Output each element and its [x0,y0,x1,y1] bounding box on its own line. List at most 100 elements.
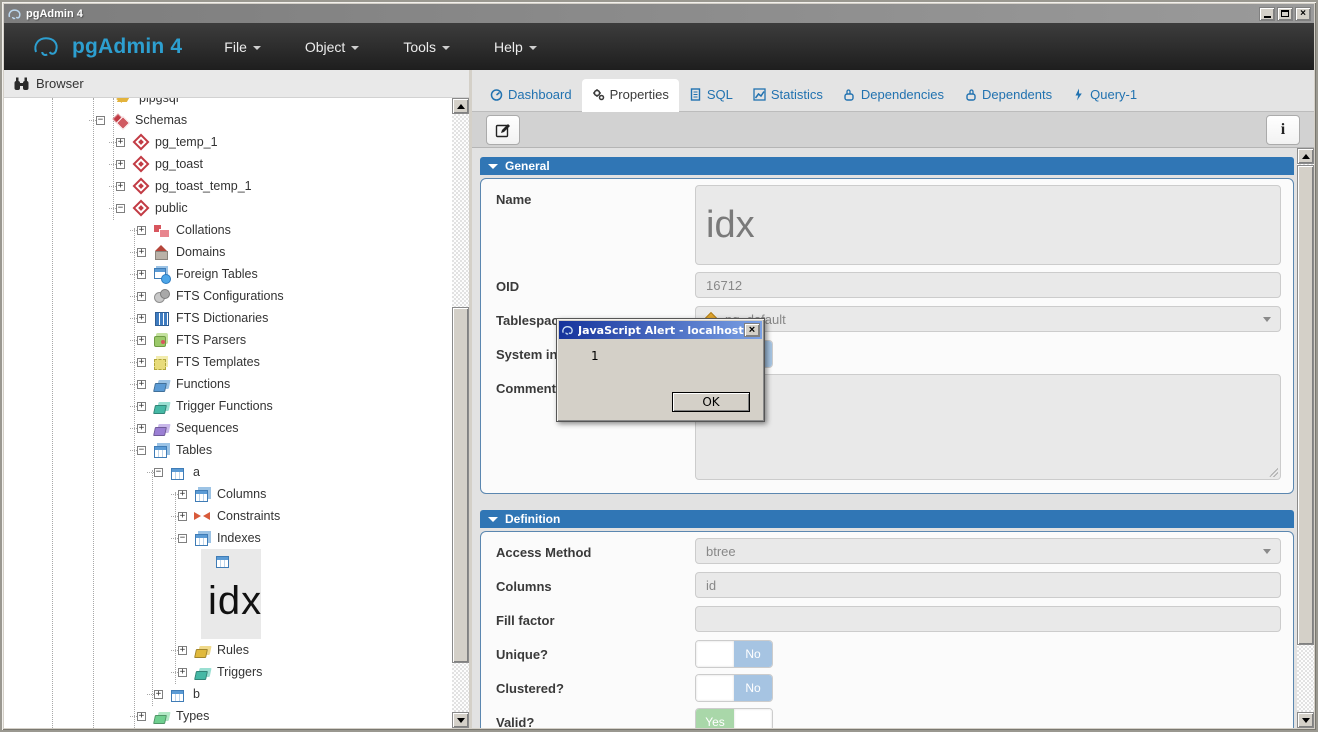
tree-item-pg-temp-1[interactable]: +pg_temp_1 [4,131,452,153]
tree-item-pg-toast-temp-1[interactable]: +pg_toast_temp_1 [4,175,452,197]
alert-dialog-titlebar[interactable]: JavaScript Alert - localhost × [559,321,762,339]
tree-item-schemas[interactable]: −Schemas [4,109,452,131]
schemas-icon [112,112,129,128]
tree-expander-minus[interactable]: − [137,446,146,455]
tree-expander-plus[interactable]: + [178,512,187,521]
tree-expander-plus[interactable]: + [137,314,146,323]
tree-item-sequences[interactable]: +Sequences [4,417,452,439]
tree-expander-plus[interactable]: + [137,402,146,411]
tree-item-tables[interactable]: −Tables [4,439,452,461]
info-button[interactable]: i [1266,115,1300,145]
tree-expander-plus[interactable]: + [137,380,146,389]
properties-scrollbar[interactable] [1297,148,1314,728]
tree-expander-plus[interactable]: + [116,160,125,169]
select-access-method[interactable]: btree [695,538,1281,564]
tree-expander-minus[interactable]: − [154,468,163,477]
resize-grip-icon[interactable] [1269,468,1278,477]
tree-expander-plus[interactable]: + [178,668,187,677]
tab-dependencies[interactable]: Dependencies [833,79,954,111]
toggle-clustered-[interactable]: No [695,674,773,702]
field-fill-factor[interactable] [695,606,1281,632]
tree-scrollbar[interactable] [452,98,469,728]
name-field[interactable]: idx [695,185,1281,265]
tab-query-1[interactable]: Query-1 [1062,79,1147,111]
section-body-definition: Access MethodbtreeColumnsidFill factorUn… [480,531,1294,728]
tree-item-idx-selected[interactable]: idx [201,549,261,639]
field-oid[interactable]: 16712 [695,272,1281,298]
tree-item-triggers[interactable]: +Triggers [4,661,452,683]
schema-icon [132,156,149,172]
tab-sql[interactable]: SQL [679,79,743,111]
properties-scrollbar-thumb[interactable] [1297,165,1314,645]
edit-object-button[interactable] [486,115,520,145]
tree-expander-plus[interactable]: + [137,270,146,279]
tree-item-fts-templates[interactable]: +FTS Templates [4,351,452,373]
tree-item-fts-dictionaries[interactable]: +FTS Dictionaries [4,307,452,329]
maximize-button[interactable] [1277,7,1293,21]
tree-item-rules[interactable]: +Rules [4,639,452,661]
tab-properties[interactable]: Properties [582,79,679,112]
tab-statistics[interactable]: Statistics [743,79,833,111]
tree-item-indexes[interactable]: −Indexes [4,527,452,549]
tab-label: Statistics [771,87,823,102]
comment-textarea[interactable] [695,374,1281,480]
tree-item-constraints[interactable]: + Constraints [4,505,452,527]
tree-expander-minus[interactable]: − [116,204,125,213]
tree-expander-plus[interactable]: + [137,358,146,367]
tree-expander-plus[interactable]: + [137,248,146,257]
tab-dashboard[interactable]: Dashboard [480,79,582,111]
tree-item-pg-toast[interactable]: +pg_toast [4,153,452,175]
field-columns[interactable]: id [695,572,1281,598]
tree-item-fts-parsers[interactable]: +FTS Parsers [4,329,452,351]
toggle-unique-[interactable]: No [695,640,773,668]
tree-item-fts-configurations[interactable]: +FTS Configurations [4,285,452,307]
select-tablespace[interactable]: pg_default [695,306,1281,332]
tree-item-plpgsql[interactable]: plpgsql [4,98,452,109]
tree-expander-minus[interactable]: − [178,534,187,543]
tree-connector [171,516,178,517]
tree-item-label: Constraints [217,509,280,523]
tree-expander-plus[interactable]: + [137,226,146,235]
tree-item-b[interactable]: +b [4,683,452,705]
tree-connector [171,672,178,673]
tree-item-label: idx [208,579,261,623]
tree-expander-plus[interactable]: + [116,138,125,147]
tree-expander-plus[interactable]: + [137,424,146,433]
tree-expander-plus[interactable]: + [154,690,163,699]
tree-scroll-up-button[interactable] [452,98,469,114]
tree-expander-minus[interactable]: − [96,116,105,125]
tree-expander-plus[interactable]: + [137,336,146,345]
tree-connector [109,164,116,165]
tree-item-a[interactable]: −a [4,461,452,483]
tree-item-foreign-tables[interactable]: +Foreign Tables [4,263,452,285]
section-header-general[interactable]: General [480,157,1294,175]
properties-scroll-up-button[interactable] [1297,148,1314,164]
tree-expander-plus[interactable]: + [137,292,146,301]
toggle-left [696,641,734,667]
tree-scrollbar-thumb[interactable] [452,307,469,663]
menu-file[interactable]: File [224,39,261,55]
tree-item-types[interactable]: +Types [4,705,452,727]
tree-scroll-down-button[interactable] [452,712,469,728]
alert-close-button[interactable]: × [744,323,760,337]
tree-item-collations[interactable]: +Collations [4,219,452,241]
toggle-valid-[interactable]: Yes [695,708,773,728]
minimize-button[interactable] [1259,7,1275,21]
menu-tools[interactable]: Tools [403,39,450,55]
menu-object[interactable]: Object [305,39,359,55]
properties-scroll-down-button[interactable] [1297,712,1314,728]
tree-expander-plus[interactable]: + [116,182,125,191]
tab-dependents[interactable]: Dependents [954,79,1062,111]
close-button[interactable]: × [1295,7,1311,21]
tree-item-public[interactable]: −public [4,197,452,219]
tree-item-domains[interactable]: +Domains [4,241,452,263]
tree-item-functions[interactable]: +Functions [4,373,452,395]
tree-expander-plus[interactable]: + [137,712,146,721]
menu-help[interactable]: Help [494,39,537,55]
alert-ok-button[interactable]: OK [672,392,750,412]
tree-expander-plus[interactable]: + [178,646,187,655]
tree-item-columns[interactable]: +Columns [4,483,452,505]
tree-item-trigger-functions[interactable]: +Trigger Functions [4,395,452,417]
tree-expander-plus[interactable]: + [178,490,187,499]
section-header-definition[interactable]: Definition [480,510,1294,528]
